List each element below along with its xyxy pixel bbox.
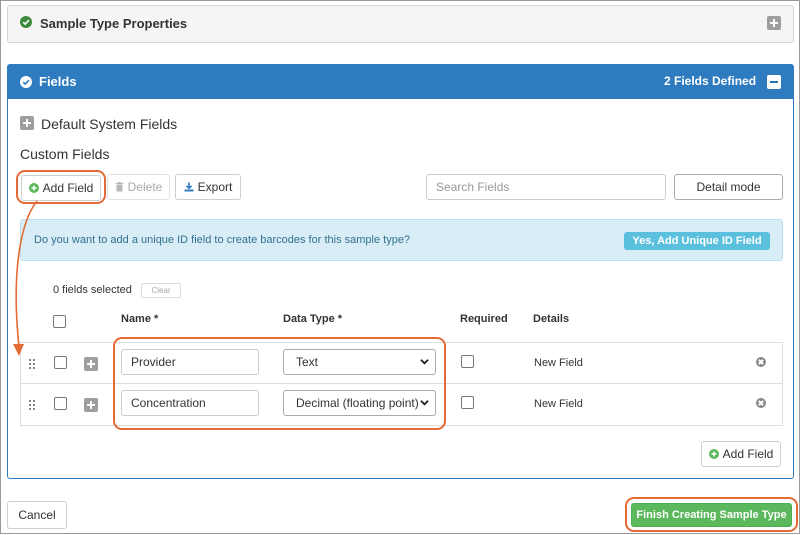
annotation-arrow-icon [13, 200, 38, 356]
